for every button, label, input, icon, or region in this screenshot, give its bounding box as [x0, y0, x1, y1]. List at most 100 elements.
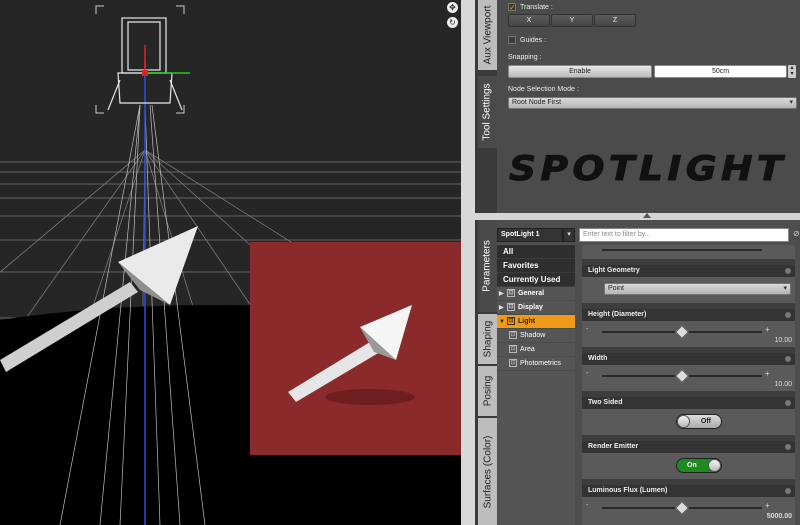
two-sided-toggle[interactable]: Off — [676, 414, 722, 429]
tree-item-display[interactable]: ▶ ⊡ Display — [497, 301, 575, 315]
pane-splitter[interactable] — [461, 0, 475, 525]
guides-row: Guides : — [508, 36, 546, 44]
tab-parameters[interactable]: Parameters — [478, 220, 497, 312]
tree-label: Light — [518, 318, 536, 325]
property-menu-icon[interactable] — [785, 312, 791, 318]
toggle-knob — [708, 459, 721, 472]
group-icon: ⊡ — [509, 331, 517, 340]
property-height: Height (Diameter) - + 10.00 — [582, 309, 795, 347]
tree-item-photometrics[interactable]: ⊡ Photometrics — [497, 357, 575, 371]
property-scrolled-slider — [582, 245, 795, 259]
tree-label: Photometrics — [520, 360, 561, 367]
snapping-enable-button[interactable]: Enable — [508, 65, 652, 78]
property-header: Height (Diameter) — [582, 309, 795, 321]
parameter-groups: All Favorites Currently Used ▶ ⊡ General ▶… — [497, 245, 575, 525]
tree-label: Shadow — [520, 332, 546, 339]
clear-filter-icon[interactable]: ⊘ — [793, 229, 800, 238]
rendered-arrow — [288, 305, 415, 405]
filter-input[interactable]: Enter text to filter by... — [579, 228, 789, 242]
tree-label: Display — [518, 304, 543, 311]
tab-shaping-label: Shaping — [482, 320, 493, 358]
tree-item-light[interactable]: ▼ ⊡ Light — [497, 315, 575, 329]
collapse-arrow-icon[interactable]: ▼ — [499, 315, 507, 329]
node-select[interactable]: SpotLight 1 — [497, 228, 563, 242]
property-menu-icon[interactable] — [785, 488, 791, 494]
horizontal-splitter[interactable] — [475, 213, 800, 220]
tab-shaping[interactable]: Shaping — [478, 314, 497, 364]
decrement-icon[interactable]: - — [586, 326, 588, 333]
property-body: - + 10.00 — [582, 365, 795, 391]
pan-icon[interactable]: ↻ — [447, 17, 458, 28]
tree-item-general[interactable]: ▶ ⊡ General — [497, 287, 575, 301]
axis-y-button[interactable]: Y — [551, 14, 593, 27]
property-menu-icon[interactable] — [785, 356, 791, 362]
slider-value[interactable]: 10.00 — [774, 337, 792, 344]
snap-distance-field[interactable]: 50cm — [654, 65, 787, 78]
tree-label: Area — [520, 346, 535, 353]
slider-track[interactable] — [602, 249, 762, 251]
render-emitter-toggle[interactable]: On — [676, 458, 722, 473]
toggle-knob — [677, 415, 690, 428]
group-icon: ⊡ — [509, 359, 517, 368]
property-header: Two Sided — [582, 397, 795, 409]
node-selection-value: Root Node First — [512, 99, 562, 106]
3d-viewport[interactable]: ✥ ↻ — [0, 0, 461, 525]
light-geometry-select[interactable]: Point ▾ — [604, 283, 791, 295]
property-render-emitter: Render Emitter On — [582, 441, 795, 479]
light-geometry-value: Point — [608, 285, 624, 292]
spotlight-banner: SPOTLIGHT — [497, 118, 800, 213]
property-header: Luminous Flux (Lumen) — [582, 485, 795, 497]
parameters-pane: SpotLight 1 ▾ Enter text to filter by...… — [497, 220, 800, 525]
group-currently-used[interactable]: Currently Used — [497, 273, 575, 287]
translate-row: ✓ Translate : — [508, 3, 553, 12]
tab-aux-viewport-label: Aux Viewport — [482, 5, 493, 65]
tab-tool-settings[interactable]: Tool Settings — [478, 76, 497, 148]
property-label: Luminous Flux (Lumen) — [588, 487, 668, 494]
tab-tool-settings-label: Tool Settings — [481, 83, 492, 141]
gizmo-center[interactable] — [142, 70, 148, 76]
increment-icon[interactable]: + — [765, 369, 770, 378]
tree-item-area[interactable]: ⊡ Area — [497, 343, 575, 357]
node-selection-label: Node Selection Mode : — [508, 86, 579, 93]
group-all[interactable]: All — [497, 245, 575, 259]
property-menu-icon[interactable] — [785, 268, 791, 274]
axis-x-button[interactable]: X — [508, 14, 550, 27]
node-selection-select[interactable]: Root Node First ▾ — [508, 97, 797, 109]
slider-knob[interactable] — [674, 500, 690, 516]
group-icon: ⊡ — [507, 317, 515, 326]
slider-knob[interactable] — [674, 324, 690, 340]
tab-aux-viewport[interactable]: Aux Viewport — [478, 0, 497, 70]
property-luminous-flux: Luminous Flux (Lumen) - + 5000.00 — [582, 485, 795, 525]
axis-z-button[interactable]: Z — [594, 14, 636, 27]
property-menu-icon[interactable] — [785, 400, 791, 406]
orbit-icon[interactable]: ✥ — [447, 2, 458, 13]
viewport-nav-icons: ✥ ↻ — [446, 0, 460, 32]
node-dropdown-icon[interactable]: ▾ — [563, 228, 575, 242]
slider-value[interactable]: 10.00 — [774, 381, 792, 388]
snap-stepper[interactable]: ▴ ▾ — [788, 65, 796, 78]
slider-value[interactable]: 5000.00 — [767, 513, 792, 520]
tab-surfaces[interactable]: Surfaces (Color) — [478, 418, 497, 525]
tree-item-shadow[interactable]: ⊡ Shadow — [497, 329, 575, 343]
toggle-state: Off — [700, 418, 711, 425]
expand-arrow-icon[interactable]: ▶ — [499, 301, 507, 315]
property-label: Light Geometry — [588, 267, 640, 274]
property-list: Light Geometry Point ▾ Height (Diameter)… — [582, 245, 795, 525]
property-label: Width — [588, 355, 608, 362]
increment-icon[interactable]: + — [765, 501, 770, 510]
tab-posing[interactable]: Posing — [478, 366, 497, 416]
node-name: SpotLight 1 — [501, 231, 540, 238]
translate-checkbox[interactable]: ✓ — [508, 3, 516, 12]
increment-icon[interactable]: + — [765, 325, 770, 334]
spotlight-banner-label: SPOTLIGHT — [509, 149, 787, 188]
property-body: Point ▾ — [582, 277, 795, 303]
translate-label: Translate : — [520, 3, 553, 11]
expand-arrow-icon[interactable]: ▶ — [499, 287, 507, 301]
property-menu-icon[interactable] — [785, 444, 791, 450]
group-favorites[interactable]: Favorites — [497, 259, 575, 273]
decrement-icon[interactable]: - — [586, 502, 588, 509]
slider-knob[interactable] — [674, 368, 690, 384]
guides-checkbox[interactable] — [508, 36, 516, 44]
decrement-icon[interactable]: - — [586, 370, 588, 377]
collapse-arrow-icon[interactable] — [643, 213, 651, 218]
